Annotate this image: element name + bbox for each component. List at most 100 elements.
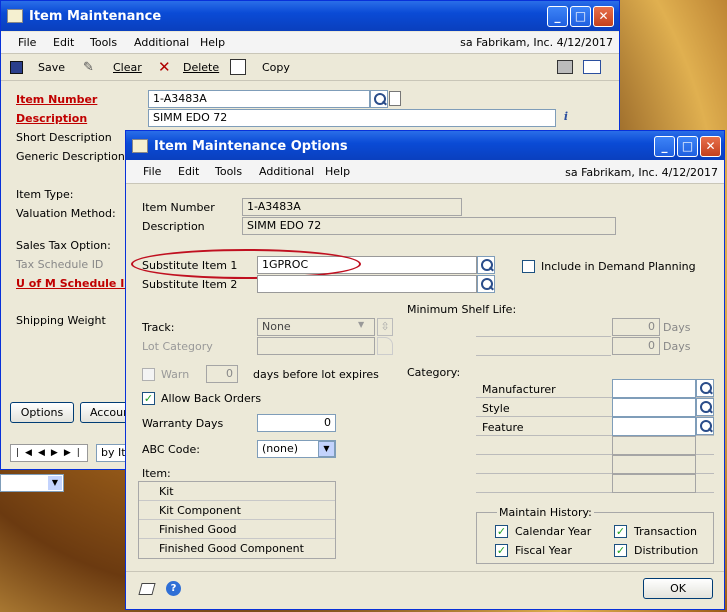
track-label: Track: <box>142 321 175 334</box>
track-chevron-down-icon: ▼ <box>358 320 365 329</box>
list-item[interactable]: Kit Component <box>139 501 335 520</box>
description-label: Description <box>142 220 205 233</box>
include-demand-planning-label: Include in Demand Planning <box>541 260 696 273</box>
calendar-year-checkbox[interactable]: ✓ <box>495 525 508 538</box>
category-value-field[interactable] <box>612 379 696 398</box>
delete-button[interactable]: Delete <box>183 61 219 74</box>
shelf-days-field-1[interactable]: 0 <box>612 318 660 336</box>
lot-category-field[interactable] <box>257 337 375 355</box>
substitute-item-2-field[interactable] <box>257 275 477 293</box>
bottom-divider <box>126 571 724 572</box>
shelf-days-unit-2: Days <box>663 340 691 353</box>
warranty-days-field[interactable]: 0 <box>257 414 336 432</box>
distribution-checkbox[interactable]: ✓ <box>614 544 627 557</box>
item-number-value: 1-A3483A <box>242 198 462 216</box>
item-maintenance-titlebar[interactable]: Item Maintenance _ □ ✕ <box>1 1 619 31</box>
item-label: Item: <box>142 467 171 480</box>
menu-help[interactable]: Help <box>200 36 225 49</box>
substitute-2-lookup-icon[interactable] <box>477 275 495 293</box>
prev-record-icon[interactable]: ◀ <box>38 448 51 458</box>
substitute-1-lookup-icon[interactable] <box>477 256 495 274</box>
category-value-field <box>612 455 696 474</box>
save-icon <box>10 61 23 74</box>
category-row <box>476 436 714 455</box>
category-name: Style <box>482 402 510 415</box>
close-button[interactable]: ✕ <box>593 6 614 27</box>
allow-back-orders-label: Allow Back Orders <box>161 392 262 405</box>
menu-additional[interactable]: Additional <box>259 165 314 178</box>
track-expand-icon[interactable]: ⇳ <box>377 318 393 336</box>
clear-button[interactable]: Clear <box>113 61 142 74</box>
shelf-divider <box>476 355 611 356</box>
list-item[interactable]: Finished Good Component <box>139 539 335 558</box>
transaction-checkbox[interactable]: ✓ <box>614 525 627 538</box>
maximize-button[interactable]: □ <box>570 6 591 27</box>
close-button[interactable]: ✕ <box>700 136 721 157</box>
first-record-icon[interactable]: |◀ <box>16 448 38 458</box>
valuation-method-label: Valuation Method: <box>16 207 116 220</box>
menu-tools[interactable]: Tools <box>215 165 242 178</box>
warn-days-field[interactable]: 0 <box>206 365 238 383</box>
distribution-label: Distribution <box>634 544 699 557</box>
category-list: Manufacturer Style Feature <box>476 379 714 493</box>
window-title: Item Maintenance <box>29 9 162 24</box>
options-titlebar[interactable]: Item Maintenance Options _ □ ✕ <box>126 131 724 161</box>
note-icon[interactable] <box>138 583 156 595</box>
shelf-divider <box>476 336 611 337</box>
include-demand-planning-checkbox[interactable] <box>522 260 535 273</box>
description-label: Description <box>16 112 88 125</box>
generic-description-label: Generic Description <box>16 150 125 163</box>
category-value-field <box>612 436 696 455</box>
minimize-button[interactable]: _ <box>547 6 568 27</box>
category-value-field[interactable] <box>612 398 696 417</box>
shelf-days-field-2[interactable]: 0 <box>612 337 660 355</box>
taskbar-dropdown[interactable]: ▼ <box>0 474 64 492</box>
list-item[interactable]: Kit <box>139 482 335 501</box>
menu-edit[interactable]: Edit <box>53 36 74 49</box>
item-number-field[interactable]: 1-A3483A <box>148 90 370 108</box>
category-value-field[interactable] <box>612 417 696 436</box>
allow-back-orders-checkbox[interactable]: ✓ <box>142 392 155 405</box>
lot-category-label: Lot Category <box>142 340 213 353</box>
description-value: SIMM EDO 72 <box>242 217 616 235</box>
item-lookup-icon[interactable] <box>370 90 388 108</box>
copy-button[interactable]: Copy <box>262 61 290 74</box>
category-row: Manufacturer <box>476 379 714 398</box>
print-icon[interactable] <box>557 60 573 74</box>
category-lookup-icon[interactable] <box>696 417 714 435</box>
clear-icon: ✎ <box>83 60 94 75</box>
category-lookup-icon[interactable] <box>696 379 714 397</box>
options-button[interactable]: Options <box>10 402 74 423</box>
company-date: sa Fabrikam, Inc. 4/12/2017 <box>565 166 718 179</box>
lot-category-lookup-icon[interactable] <box>377 337 393 355</box>
minimize-button[interactable]: _ <box>654 136 675 157</box>
warn-checkbox[interactable] <box>142 368 155 381</box>
menu-file[interactable]: File <box>18 36 36 49</box>
note-icon[interactable] <box>389 91 401 106</box>
description-field[interactable]: SIMM EDO 72 <box>148 109 556 127</box>
menu-help[interactable]: Help <box>325 165 350 178</box>
menu-tools[interactable]: Tools <box>90 36 117 49</box>
menu-additional[interactable]: Additional <box>134 36 189 49</box>
abc-chevron-down-icon[interactable]: ▼ <box>318 441 335 457</box>
category-row <box>476 474 714 493</box>
ok-button[interactable]: OK <box>643 578 713 599</box>
last-record-icon[interactable]: ▶| <box>64 448 86 458</box>
category-row: Style <box>476 398 714 417</box>
fiscal-year-label: Fiscal Year <box>515 544 572 557</box>
fiscal-year-checkbox[interactable]: ✓ <box>495 544 508 557</box>
item-number-label: Item Number <box>142 201 215 214</box>
category-lookup-icon[interactable] <box>696 398 714 416</box>
maximize-button[interactable]: □ <box>677 136 698 157</box>
menu-file[interactable]: File <box>143 165 161 178</box>
info-icon[interactable]: i <box>558 110 574 126</box>
layout-icon[interactable] <box>583 60 601 74</box>
help-icon[interactable]: ? <box>166 581 181 596</box>
list-item[interactable]: Finished Good <box>139 520 335 539</box>
days-before-expires-label: days before lot expires <box>253 368 379 381</box>
next-record-icon[interactable]: ▶ <box>51 448 64 458</box>
delete-icon: ✕ <box>158 58 171 76</box>
tax-schedule-label: Tax Schedule ID <box>16 258 104 271</box>
menu-edit[interactable]: Edit <box>178 165 199 178</box>
save-button[interactable]: Save <box>38 61 65 74</box>
